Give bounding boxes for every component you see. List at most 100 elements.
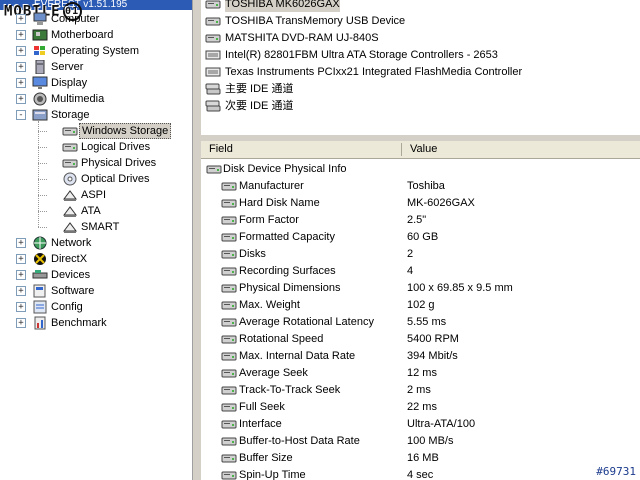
column-header-field[interactable]: Field bbox=[201, 141, 404, 158]
table-row[interactable]: Average Seek 12 ms bbox=[201, 365, 640, 382]
tree-node-ata[interactable]: ATA bbox=[0, 203, 192, 219]
expand-icon[interactable]: + bbox=[16, 62, 26, 72]
value-cell: 2.5" bbox=[407, 214, 427, 226]
value-cell: MK-6026GAX bbox=[407, 197, 475, 209]
table-row[interactable]: Formatted Capacity 60 GB bbox=[201, 229, 640, 246]
tree-node-storage[interactable]: - Storage bbox=[0, 107, 192, 123]
table-row[interactable]: Rotational Speed 5400 RPM bbox=[201, 331, 640, 348]
drive-icon bbox=[221, 400, 237, 414]
field-cell: Average Rotational Latency bbox=[239, 316, 374, 328]
table-row[interactable]: Physical Dimensions 100 x 69.85 x 9.5 mm bbox=[201, 280, 640, 297]
group-row[interactable]: Disk Device Physical Info bbox=[201, 161, 640, 178]
table-row[interactable]: Max. Internal Data Rate 394 Mbit/s bbox=[201, 348, 640, 365]
tree-node-label: Network bbox=[51, 237, 92, 249]
tree-node-label: Benchmark bbox=[51, 317, 107, 329]
tree-connector bbox=[38, 227, 47, 228]
table-row[interactable]: Average Rotational Latency 5.55 ms bbox=[201, 314, 640, 331]
table-row[interactable]: Interface Ultra-ATA/100 bbox=[201, 416, 640, 433]
tree-node-motherboard[interactable]: + Motherboard bbox=[0, 27, 192, 43]
table-row[interactable]: Buffer Size 16 MB bbox=[201, 450, 640, 467]
cdrom-icon bbox=[62, 172, 78, 186]
drive-icon bbox=[221, 434, 237, 448]
table-row[interactable]: Form Factor 2.5" bbox=[201, 212, 640, 229]
drive-icon bbox=[221, 417, 237, 431]
value-cell: Toshiba bbox=[407, 180, 445, 192]
field-cell: Average Seek bbox=[239, 367, 308, 379]
tree-node-software[interactable]: + Software bbox=[0, 283, 192, 299]
table-row[interactable]: Hard Disk Name MK-6026GAX bbox=[201, 195, 640, 212]
tree-scrollbar[interactable] bbox=[192, 0, 201, 480]
expand-icon[interactable]: + bbox=[16, 254, 26, 264]
expand-icon[interactable]: + bbox=[16, 14, 26, 24]
tree-node-server[interactable]: + Server bbox=[0, 59, 192, 75]
monitor-icon bbox=[32, 76, 48, 90]
device-list: TOSHIBA MK6026GAX TOSHIBA TransMemory USB… bbox=[201, 0, 640, 134]
drive-icon bbox=[221, 366, 237, 380]
drive-icon bbox=[221, 179, 237, 193]
tree-node-label: Multimedia bbox=[51, 93, 105, 105]
table-row[interactable]: Disks 2 bbox=[201, 246, 640, 263]
tree-node-label: ATA bbox=[81, 205, 101, 217]
field-cell: Buffer Size bbox=[239, 452, 293, 464]
value-cell: 2 bbox=[407, 248, 414, 260]
tree-node-display[interactable]: + Display bbox=[0, 75, 192, 91]
collapse-icon[interactable]: - bbox=[16, 110, 26, 120]
table-row[interactable]: Buffer-to-Host Data Rate 100 MB/s bbox=[201, 433, 640, 450]
drive-icon bbox=[62, 124, 78, 138]
tree-node-operating-system[interactable]: + Operating System bbox=[0, 43, 192, 59]
expand-icon[interactable]: + bbox=[16, 286, 26, 296]
tree-guide-line bbox=[38, 121, 39, 227]
value-cell: 5.55 ms bbox=[407, 316, 447, 328]
expand-icon[interactable]: + bbox=[16, 94, 26, 104]
expand-icon[interactable]: + bbox=[16, 46, 26, 56]
tree-connector bbox=[38, 163, 47, 164]
tree-node-logical-drives[interactable]: Logical Drives bbox=[0, 139, 192, 155]
tree-connector bbox=[38, 179, 47, 180]
value-cell: 394 Mbit/s bbox=[407, 350, 458, 362]
tree-node-network[interactable]: + Network bbox=[0, 235, 192, 251]
expand-icon[interactable]: + bbox=[16, 238, 26, 248]
table-row[interactable]: Max. Weight 102 g bbox=[201, 297, 640, 314]
table-row[interactable]: Spin-Up Time 4 sec bbox=[201, 467, 640, 480]
tree-node-label: Logical Drives bbox=[81, 141, 151, 153]
tree-node-optical-drives[interactable]: Optical Drives bbox=[0, 171, 192, 187]
table-header: Field Value bbox=[201, 141, 640, 159]
field-cell: Buffer-to-Host Data Rate bbox=[239, 435, 360, 447]
expand-icon[interactable]: + bbox=[16, 270, 26, 280]
controller-icon bbox=[205, 65, 221, 79]
table-row[interactable]: Track-To-Track Seek 2 ms bbox=[201, 382, 640, 399]
expand-icon[interactable]: + bbox=[16, 30, 26, 40]
value-cell: 12 ms bbox=[407, 367, 437, 379]
tree-node-directx[interactable]: + DirectX bbox=[0, 251, 192, 267]
tree-node-smart[interactable]: SMART bbox=[0, 219, 192, 235]
tree-node-multimedia[interactable]: + Multimedia bbox=[0, 91, 192, 107]
expand-icon[interactable]: + bbox=[16, 302, 26, 312]
tree-node-label: Server bbox=[51, 61, 84, 73]
tree-node-windows-storage[interactable]: Windows Storage bbox=[0, 123, 192, 139]
drive-icon bbox=[221, 230, 237, 244]
tree-node-devices[interactable]: + Devices bbox=[0, 267, 192, 283]
drive-icon bbox=[62, 156, 78, 170]
tree-node-label: Devices bbox=[51, 269, 91, 281]
field-cell: Max. Internal Data Rate bbox=[239, 350, 356, 362]
value-cell: 2 ms bbox=[407, 384, 431, 396]
drive-icon bbox=[221, 451, 237, 465]
tree-node-aspi[interactable]: ASPI bbox=[0, 187, 192, 203]
tree-node-label: Operating System bbox=[51, 45, 140, 57]
field-cell: Spin-Up Time bbox=[239, 469, 306, 480]
table-row[interactable]: Manufacturer Toshiba bbox=[201, 178, 640, 195]
smart-icon bbox=[62, 220, 78, 234]
expand-icon[interactable]: + bbox=[16, 318, 26, 328]
table-row[interactable]: Full Seek 22 ms bbox=[201, 399, 640, 416]
tree-node-benchmark[interactable]: + Benchmark bbox=[0, 315, 192, 331]
expand-icon[interactable]: + bbox=[16, 78, 26, 88]
table-row[interactable]: Recording Surfaces 4 bbox=[201, 263, 640, 280]
tree-node-computer[interactable]: + Computer bbox=[0, 11, 192, 27]
tree-node-label: Motherboard bbox=[51, 29, 114, 41]
tree-node-config[interactable]: + Config bbox=[0, 299, 192, 315]
drive-icon bbox=[221, 332, 237, 346]
tree-node-physical-drives[interactable]: Physical Drives bbox=[0, 155, 192, 171]
drive-icon bbox=[221, 264, 237, 278]
value-cell: 102 g bbox=[407, 299, 435, 311]
column-header-value[interactable]: Value bbox=[402, 141, 640, 158]
